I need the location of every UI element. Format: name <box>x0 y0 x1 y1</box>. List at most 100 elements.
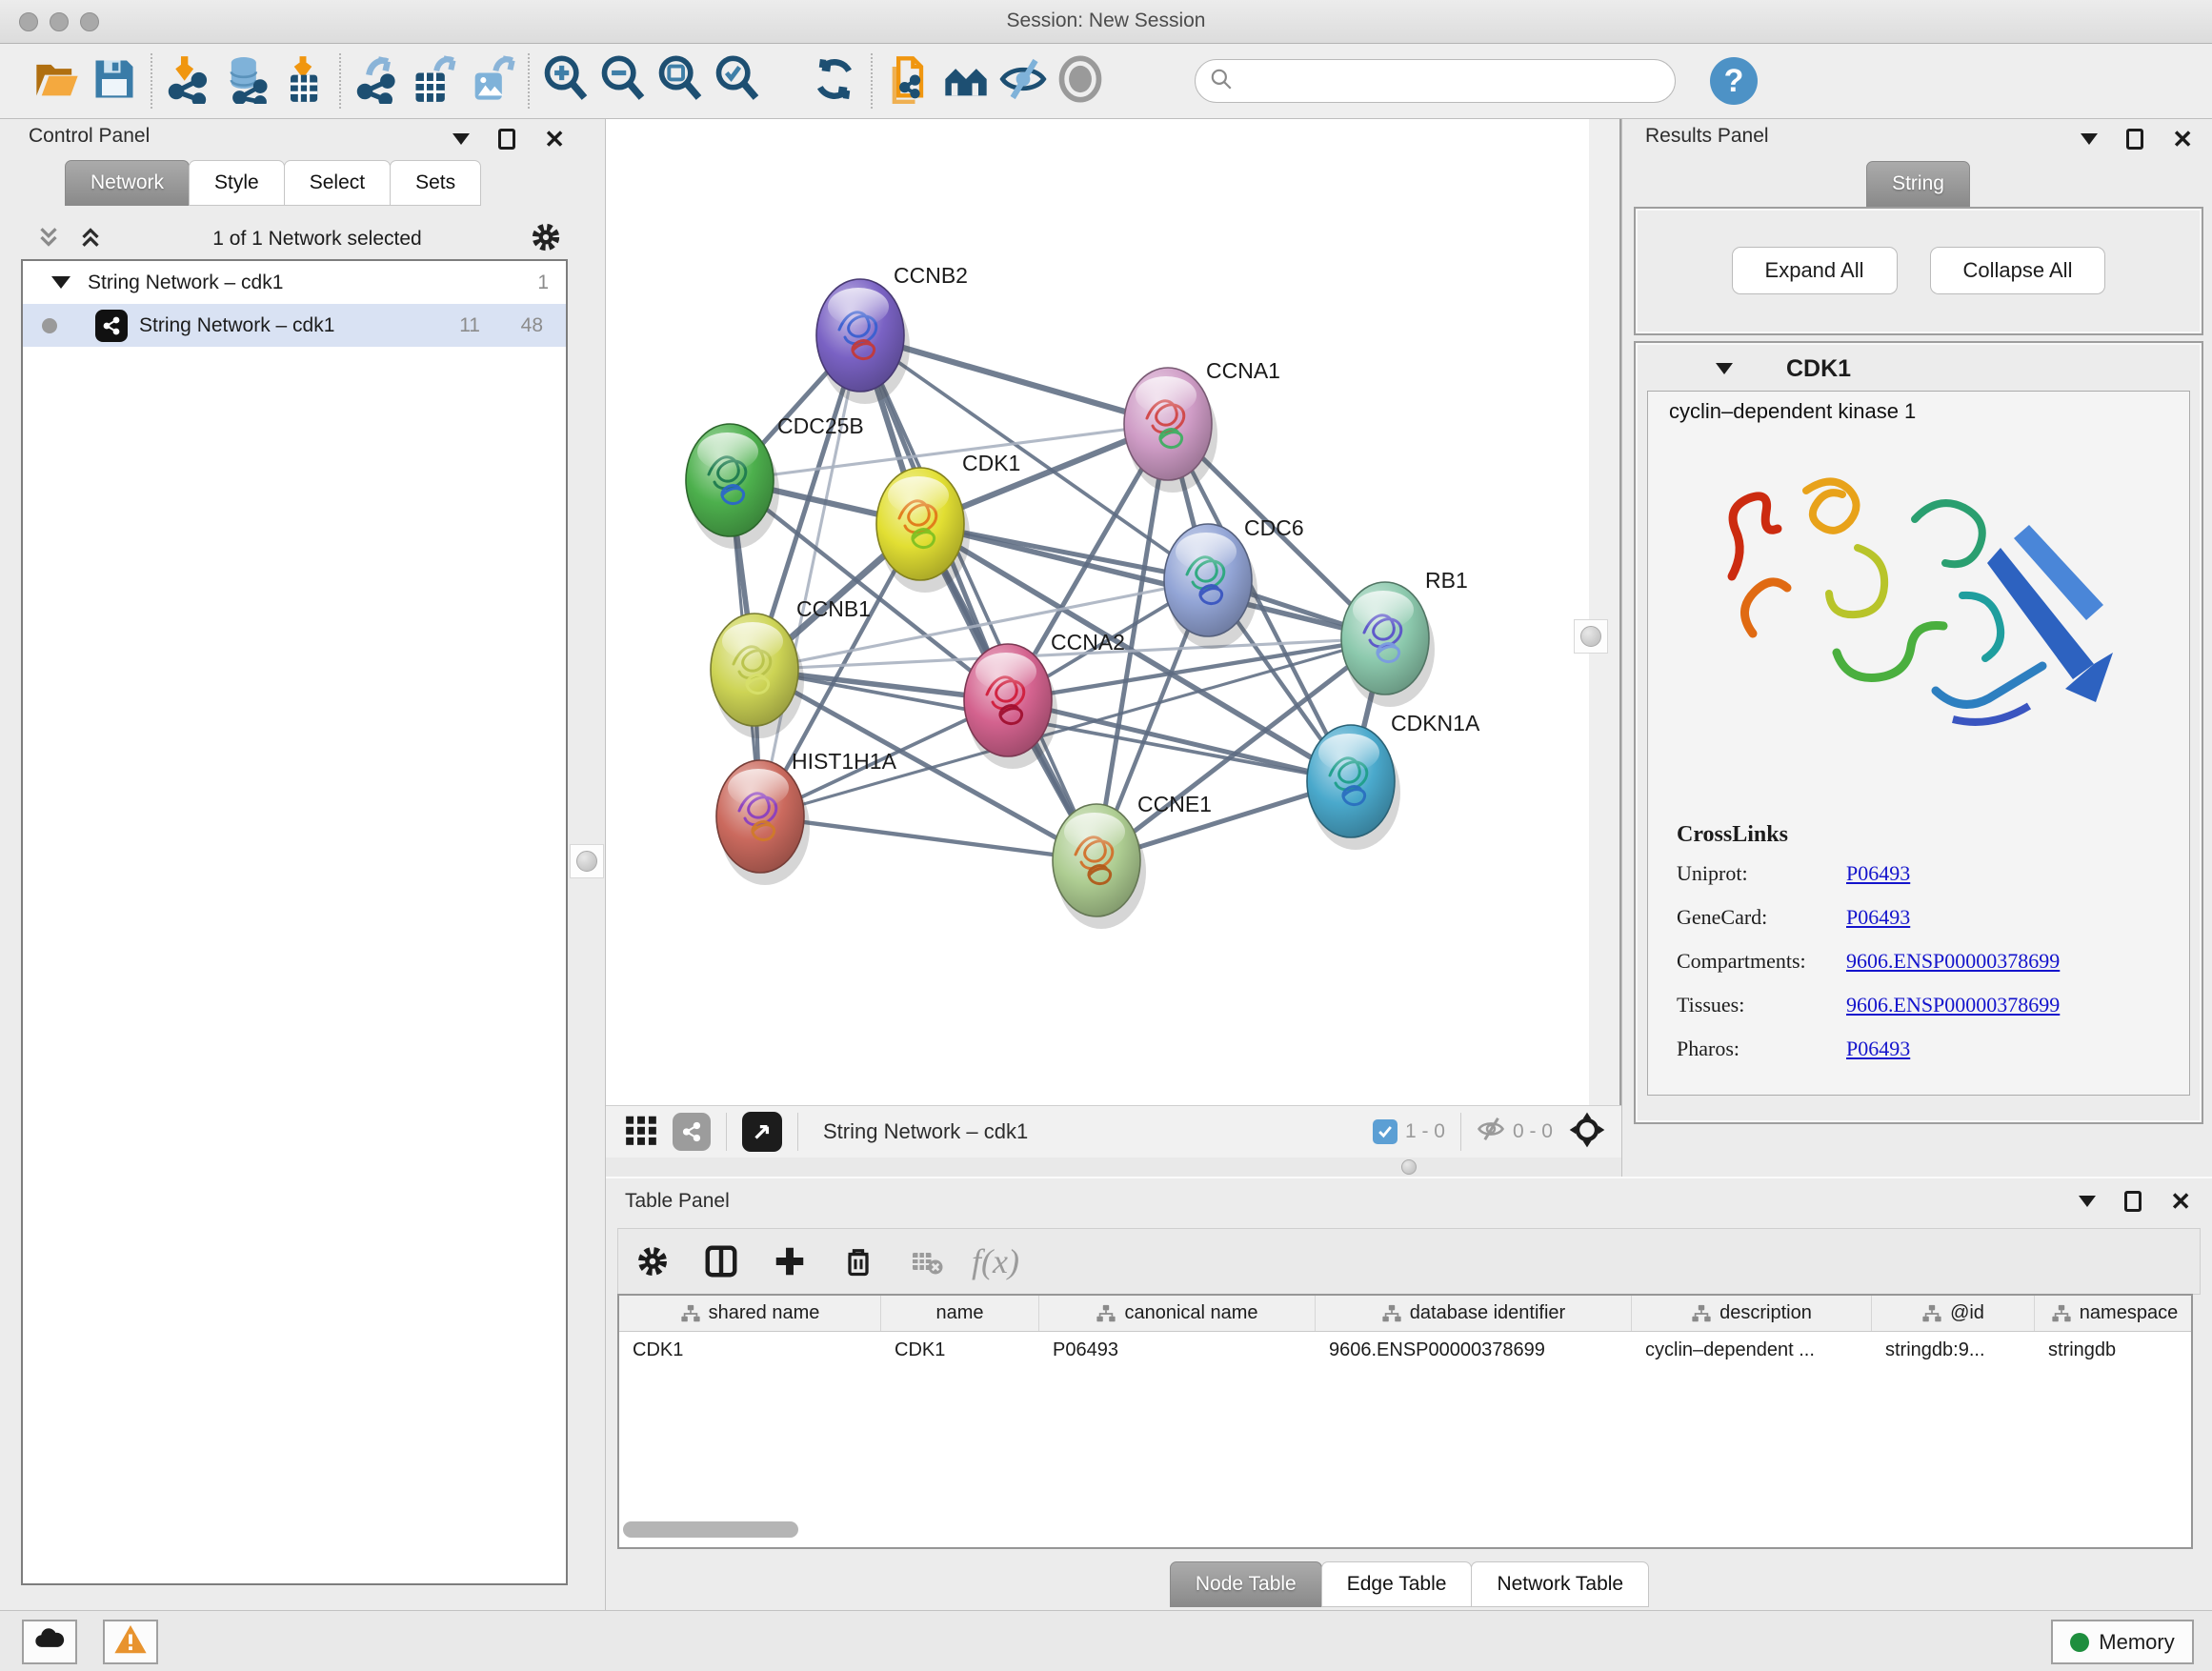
share-view-icon[interactable] <box>673 1113 711 1151</box>
panel-menu-icon[interactable] <box>2079 1196 2096 1207</box>
tab-edge-table[interactable]: Edge Table <box>1321 1561 1473 1607</box>
apply-layout-button[interactable] <box>806 52 863 110</box>
network-collection-row[interactable]: String Network – cdk1 1 <box>23 261 566 304</box>
open-session-button[interactable] <box>29 52 86 110</box>
left-splitter-handle[interactable] <box>570 844 604 878</box>
column-header-4[interactable]: description <box>1632 1296 1872 1331</box>
hidden-eye-icon[interactable] <box>1477 1115 1505 1149</box>
table-row[interactable]: CDK1CDK1P064939606.ENSP00000378699cyclin… <box>619 1332 2191 1368</box>
panel-menu-icon[interactable] <box>452 133 470 145</box>
delete-column-trash-icon[interactable] <box>824 1244 893 1278</box>
memory-button[interactable]: Memory <box>2051 1620 2194 1664</box>
delete-table-icon[interactable] <box>893 1244 961 1278</box>
show-hidden-button[interactable] <box>1052 52 1109 110</box>
import-network-database-button[interactable] <box>217 52 274 110</box>
node-HIST1H1A[interactable] <box>716 760 810 885</box>
node-CDKN1A[interactable] <box>1307 725 1400 850</box>
column-header-0[interactable]: shared name <box>619 1296 881 1331</box>
grid-view-icon[interactable] <box>623 1112 659 1153</box>
toolbar-separator <box>151 53 152 109</box>
import-network-file-button[interactable] <box>160 52 217 110</box>
network-graph[interactable]: CCNB2CCNA1CDC25BCDK1CDC6RB1CCNB1CCNA2CDK… <box>606 119 1589 1105</box>
search-input[interactable] <box>1234 70 1643 92</box>
clone-network-button[interactable] <box>880 52 937 110</box>
zoom-fit-button[interactable] <box>652 52 709 110</box>
collapse-all-button[interactable]: Collapse All <box>1930 247 2106 294</box>
expand-all-chevron-icon[interactable] <box>76 223 105 256</box>
panel-close-icon[interactable]: ✕ <box>2170 1192 2191 1211</box>
crosslink-link[interactable]: P06493 <box>1846 905 1910 930</box>
import-table-button[interactable] <box>274 52 332 110</box>
node-CDK1[interactable] <box>876 468 970 593</box>
expand-all-button[interactable]: Expand All <box>1732 247 1898 294</box>
help-button[interactable]: ? <box>1710 57 1758 105</box>
export-table-button[interactable] <box>406 52 463 110</box>
node-table[interactable]: shared namenamecanonical namedatabase id… <box>617 1294 2193 1549</box>
panel-float-icon[interactable] <box>498 129 515 150</box>
selected-checkbox-icon[interactable] <box>1373 1119 1398 1144</box>
network-canvas[interactable]: CCNB2CCNA1CDC25BCDK1CDC6RB1CCNB1CCNA2CDK… <box>606 119 1589 1105</box>
network-row[interactable]: String Network – cdk1 11 48 <box>23 304 566 347</box>
column-header-5[interactable]: @id <box>1872 1296 2035 1331</box>
zoom-out-button[interactable] <box>594 52 652 110</box>
column-header-1[interactable]: name <box>881 1296 1039 1331</box>
column-header-3[interactable]: database identifier <box>1316 1296 1632 1331</box>
node-RB1[interactable] <box>1341 582 1435 707</box>
zoom-selected-button[interactable] <box>709 52 766 110</box>
add-column-icon[interactable] <box>755 1243 824 1279</box>
tab-style[interactable]: Style <box>189 160 285 206</box>
shared-column-icon <box>1096 1303 1116 1324</box>
cloud-status-button[interactable] <box>22 1620 77 1664</box>
node-label-CCNA1: CCNA1 <box>1206 358 1280 383</box>
crosslink-link[interactable]: P06493 <box>1846 861 1910 886</box>
table-cell: CDK1 <box>619 1332 881 1368</box>
node-CCNB2[interactable] <box>816 279 910 404</box>
tab-string[interactable]: String <box>1866 161 1970 207</box>
network-options-gear-icon[interactable] <box>530 221 562 258</box>
search-field[interactable] <box>1195 59 1676 103</box>
shared-column-icon <box>1381 1303 1402 1324</box>
fit-crosshair-icon[interactable] <box>1568 1111 1606 1154</box>
panel-close-icon[interactable]: ✕ <box>544 130 565 149</box>
tab-node-table[interactable]: Node Table <box>1170 1561 1322 1607</box>
node-CCNA2[interactable] <box>964 644 1057 769</box>
node-CDC6[interactable] <box>1164 524 1257 649</box>
export-image-button[interactable] <box>463 52 520 110</box>
crosslink-link[interactable]: 9606.ENSP00000378699 <box>1846 993 2060 1017</box>
zoom-in-button[interactable] <box>537 52 594 110</box>
panel-float-icon[interactable] <box>2124 1191 2142 1212</box>
column-header-6[interactable]: namespace <box>2035 1296 2193 1331</box>
warning-status-button[interactable] <box>103 1620 158 1664</box>
panel-menu-icon[interactable] <box>2081 133 2098 145</box>
node-label-CCNA2: CCNA2 <box>1051 630 1125 654</box>
crosslink-link[interactable]: 9606.ENSP00000378699 <box>1846 949 2060 974</box>
export-network-button[interactable] <box>349 52 406 110</box>
collapse-all-chevron-icon[interactable] <box>34 223 63 256</box>
current-network-name: String Network – cdk1 <box>823 1119 1028 1144</box>
right-splitter-handle[interactable] <box>1574 619 1608 654</box>
edge-CCNB2-CCNE1 <box>860 335 1096 860</box>
table-horizontal-scrollbar[interactable] <box>623 1521 798 1538</box>
panel-float-icon[interactable] <box>2126 129 2143 150</box>
hide-selected-button[interactable] <box>995 52 1052 110</box>
split-panel-icon[interactable] <box>687 1243 755 1279</box>
popout-view-icon[interactable] <box>742 1112 782 1152</box>
section-collapse-icon[interactable] <box>1716 363 1733 374</box>
tab-network-table[interactable]: Network Table <box>1471 1561 1649 1607</box>
node-CCNE1[interactable] <box>1053 804 1146 929</box>
crosslink-link[interactable]: P06493 <box>1846 1037 1910 1061</box>
tab-select[interactable]: Select <box>284 160 391 206</box>
show-all-networks-button[interactable] <box>937 52 995 110</box>
column-header-2[interactable]: canonical name <box>1039 1296 1316 1331</box>
save-session-button[interactable] <box>86 52 143 110</box>
tab-network[interactable]: Network <box>65 160 190 206</box>
table-cell: P06493 <box>1039 1332 1316 1368</box>
table-options-gear-icon[interactable] <box>618 1244 687 1278</box>
apply-function-icon[interactable]: f(x) <box>961 1241 1030 1281</box>
node-CCNB1[interactable] <box>711 614 804 738</box>
panel-close-icon[interactable]: ✕ <box>2172 130 2193 149</box>
hidden-items-indicator: 0 - 0 <box>1477 1115 1553 1149</box>
tab-sets[interactable]: Sets <box>390 160 481 206</box>
crosslinks-title: CrossLinks <box>1677 822 2172 848</box>
tree-expand-icon[interactable] <box>51 276 70 289</box>
